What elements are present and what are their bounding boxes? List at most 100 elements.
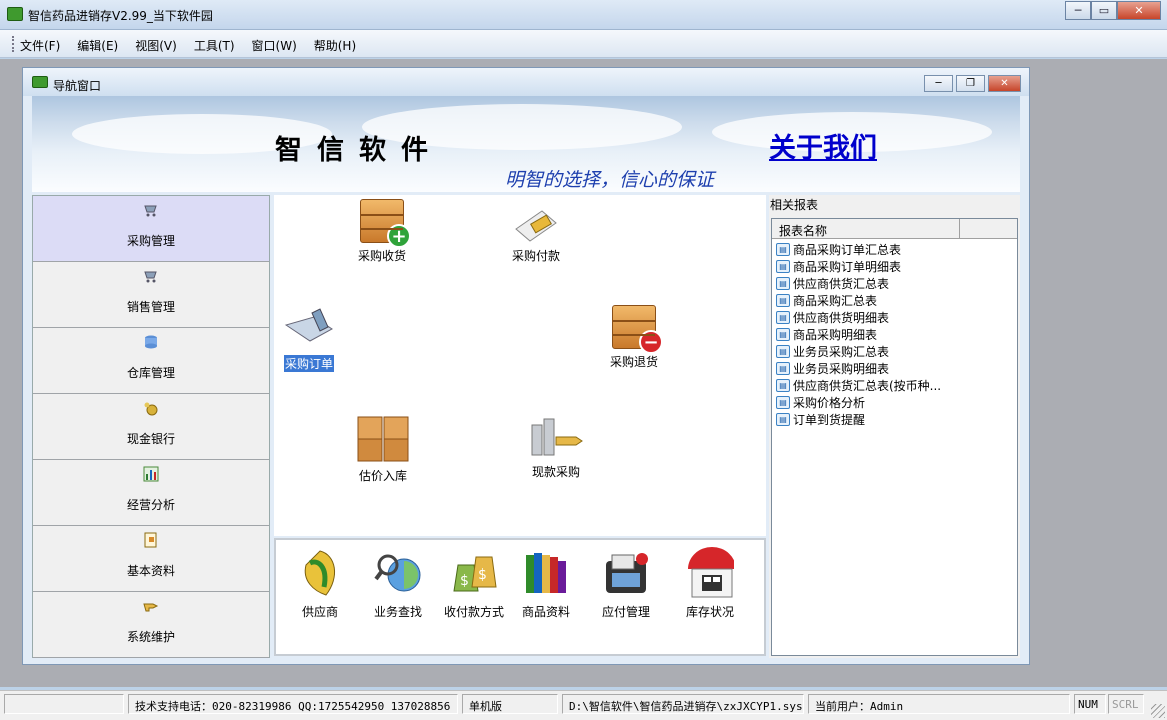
report-name: 商品采购订单明细表 <box>793 260 902 274</box>
report-name: 业务员采购明细表 <box>793 362 890 376</box>
menu-bar: 文件(F) 编辑(E) 视图(V) 工具(T) 窗口(W) 帮助(H) <box>0 30 1167 58</box>
child-minimize-button[interactable]: ─ <box>924 75 953 92</box>
shortcut-label: 应付管理 <box>602 605 651 619</box>
report-icon: ▤ <box>776 413 790 426</box>
sidebar-item-purchase[interactable]: 采购管理 <box>33 196 269 262</box>
about-us-link[interactable]: 关于我们 <box>769 126 877 165</box>
status-support-phone: 技术支持电话：020-82319986 QQ:1725542950 137028… <box>128 694 458 714</box>
op-label: 采购收货 <box>358 249 407 263</box>
stacked-crates-icon <box>356 415 410 463</box>
slogan: 明智的选择，信心的保证 <box>505 169 715 191</box>
close-button[interactable]: ✕ <box>1117 1 1161 20</box>
status-bar: 技术支持电话：020-82319986 QQ:1725542950 137028… <box>0 690 1167 720</box>
list-item[interactable]: ▤ 商品采购订单明细表 <box>776 258 901 275</box>
shortcut-label: 收付款方式 <box>444 605 505 619</box>
child-close-button[interactable]: ✕ <box>988 75 1021 92</box>
sidebar-item-warehouse[interactable]: 仓库管理 <box>33 328 269 394</box>
op-label: 采购付款 <box>512 249 561 263</box>
list-item[interactable]: ▤ 业务员采购汇总表 <box>776 343 889 360</box>
op-purchase-return[interactable]: − 采购退货 <box>610 305 663 370</box>
sidebar-item-label: 仓库管理 <box>126 366 175 380</box>
resize-grip[interactable] <box>1151 704 1165 718</box>
list-item[interactable]: ▤ 供应商供货汇总表(按币种... <box>776 377 941 394</box>
report-icon: ▤ <box>776 294 790 307</box>
purchase-operations-panel: + 采购收货 采购付款 采购订单 − 采购退货 估价入库 现款采购 <box>274 195 766 536</box>
shortcut-inventory-status[interactable]: 库存状况 <box>686 546 734 620</box>
svg-text:$: $ <box>478 567 487 583</box>
list-item[interactable]: ▤ 商品采购明细表 <box>776 326 877 343</box>
shortcut-label: 业务查找 <box>374 605 423 619</box>
list-item[interactable]: ▤ 商品采购汇总表 <box>776 292 877 309</box>
navigation-window-icon <box>32 76 48 88</box>
report-icon: ▤ <box>776 311 790 324</box>
shortcut-payables[interactable]: 应付管理 <box>602 546 650 620</box>
report-icon: ▤ <box>776 260 790 273</box>
report-name: 采购价格分析 <box>793 396 866 410</box>
sidebar-item-analysis[interactable]: 经营分析 <box>33 460 269 526</box>
op-purchase-order[interactable]: 采购订单 <box>284 307 335 372</box>
op-purchase-pay[interactable]: 采购付款 <box>512 207 560 264</box>
database-icon <box>143 334 159 350</box>
report-icon: ▤ <box>776 362 790 375</box>
company-name: 智信软件 <box>275 135 443 166</box>
menu-window[interactable]: 窗口(W) <box>252 37 297 54</box>
shortcut-business-search[interactable]: 业务查找 <box>374 546 422 620</box>
report-name: 商品采购汇总表 <box>793 294 878 308</box>
sidebar-item-cash-bank[interactable]: 现金银行 <box>33 394 269 460</box>
svg-text:$: $ <box>460 573 469 589</box>
list-item[interactable]: ▤ 业务员采购明细表 <box>776 360 889 377</box>
magnifier-icon <box>374 546 422 600</box>
column-report-name[interactable]: 报表名称 <box>772 219 960 238</box>
menu-help[interactable]: 帮助(H) <box>314 37 356 54</box>
maximize-button[interactable]: ▭ <box>1091 1 1117 20</box>
op-label: 采购订单 <box>284 355 335 372</box>
op-purchase-receive[interactable]: + 采购收货 <box>358 199 411 264</box>
op-estimate-stock-in[interactable]: 估价入库 <box>356 415 410 484</box>
op-cash-purchase[interactable]: 现款采购 <box>528 415 584 480</box>
menu-tools[interactable]: 工具(T) <box>194 37 235 54</box>
sidebar-item-sales[interactable]: 销售管理 <box>33 262 269 328</box>
minimize-button[interactable]: ─ <box>1065 1 1091 20</box>
menu-edit[interactable]: 编辑(E) <box>77 37 118 54</box>
cart-icon <box>143 202 159 218</box>
money-bag-icon <box>143 400 159 416</box>
list-item[interactable]: ▤ 订单到货提醒 <box>776 411 865 428</box>
reports-list[interactable]: 报表名称 ▤ 商品采购订单汇总表 ▤ 商品采购订单明细表 ▤ 供应商供货汇总表 ▤ 商品… <box>771 218 1018 656</box>
status-scroll-lock: SCRL <box>1108 694 1144 714</box>
warehouse-icon <box>686 546 734 600</box>
reports-column-header: 报表名称 <box>772 219 1017 239</box>
window-title-bar: 智信药品进销存V2.99_当下软件园 ─ ▭ ✕ <box>0 0 1167 30</box>
list-item[interactable]: ▤ 供应商供货汇总表 <box>776 275 889 292</box>
report-icon: ▤ <box>776 243 790 256</box>
sidebar-item-label: 经营分析 <box>126 498 175 512</box>
child-restore-button[interactable]: ❐ <box>956 75 985 92</box>
report-icon: ▤ <box>776 328 790 341</box>
document-icon <box>143 532 159 548</box>
list-item[interactable]: ▤ 采购价格分析 <box>776 394 865 411</box>
shortcut-product-data[interactable]: 商品资料 <box>522 546 570 620</box>
sidebar-item-maintenance[interactable]: 系统维护 <box>33 592 269 658</box>
payment-card-icon <box>512 207 560 243</box>
menu-file[interactable]: 文件(F) <box>20 37 60 54</box>
coins-hand-icon <box>528 415 584 459</box>
crate-add-icon: + <box>360 199 411 248</box>
report-name: 订单到货提醒 <box>793 413 866 427</box>
books-icon <box>522 546 570 600</box>
list-item[interactable]: ▤ 供应商供货明细表 <box>776 309 889 326</box>
shortcut-payment-methods[interactable]: $ $ 收付款方式 <box>444 546 504 620</box>
shortcut-supplier[interactable]: 供应商 <box>296 546 344 620</box>
hand-pointer-icon <box>143 598 159 614</box>
sidebar-item-label: 现金银行 <box>126 432 175 446</box>
report-name: 供应商供货明细表 <box>793 311 890 325</box>
list-item[interactable]: ▤ 商品采购订单汇总表 <box>776 241 901 258</box>
navigation-window-title-bar: 导航窗口 ─ ❐ ✕ <box>23 68 1029 96</box>
money-bags-icon: $ $ <box>450 546 498 600</box>
menu-view[interactable]: 视图(V) <box>135 37 177 54</box>
sidebar-item-basic-data[interactable]: 基本资料 <box>33 526 269 592</box>
toolbar-grip[interactable] <box>12 36 15 52</box>
report-name: 供应商供货汇总表 <box>793 277 890 291</box>
report-name: 商品采购订单汇总表 <box>793 243 902 257</box>
reports-header: 相关报表 <box>770 198 819 212</box>
shortcut-label: 供应商 <box>301 605 338 619</box>
sidebar-item-label: 系统维护 <box>126 630 175 644</box>
